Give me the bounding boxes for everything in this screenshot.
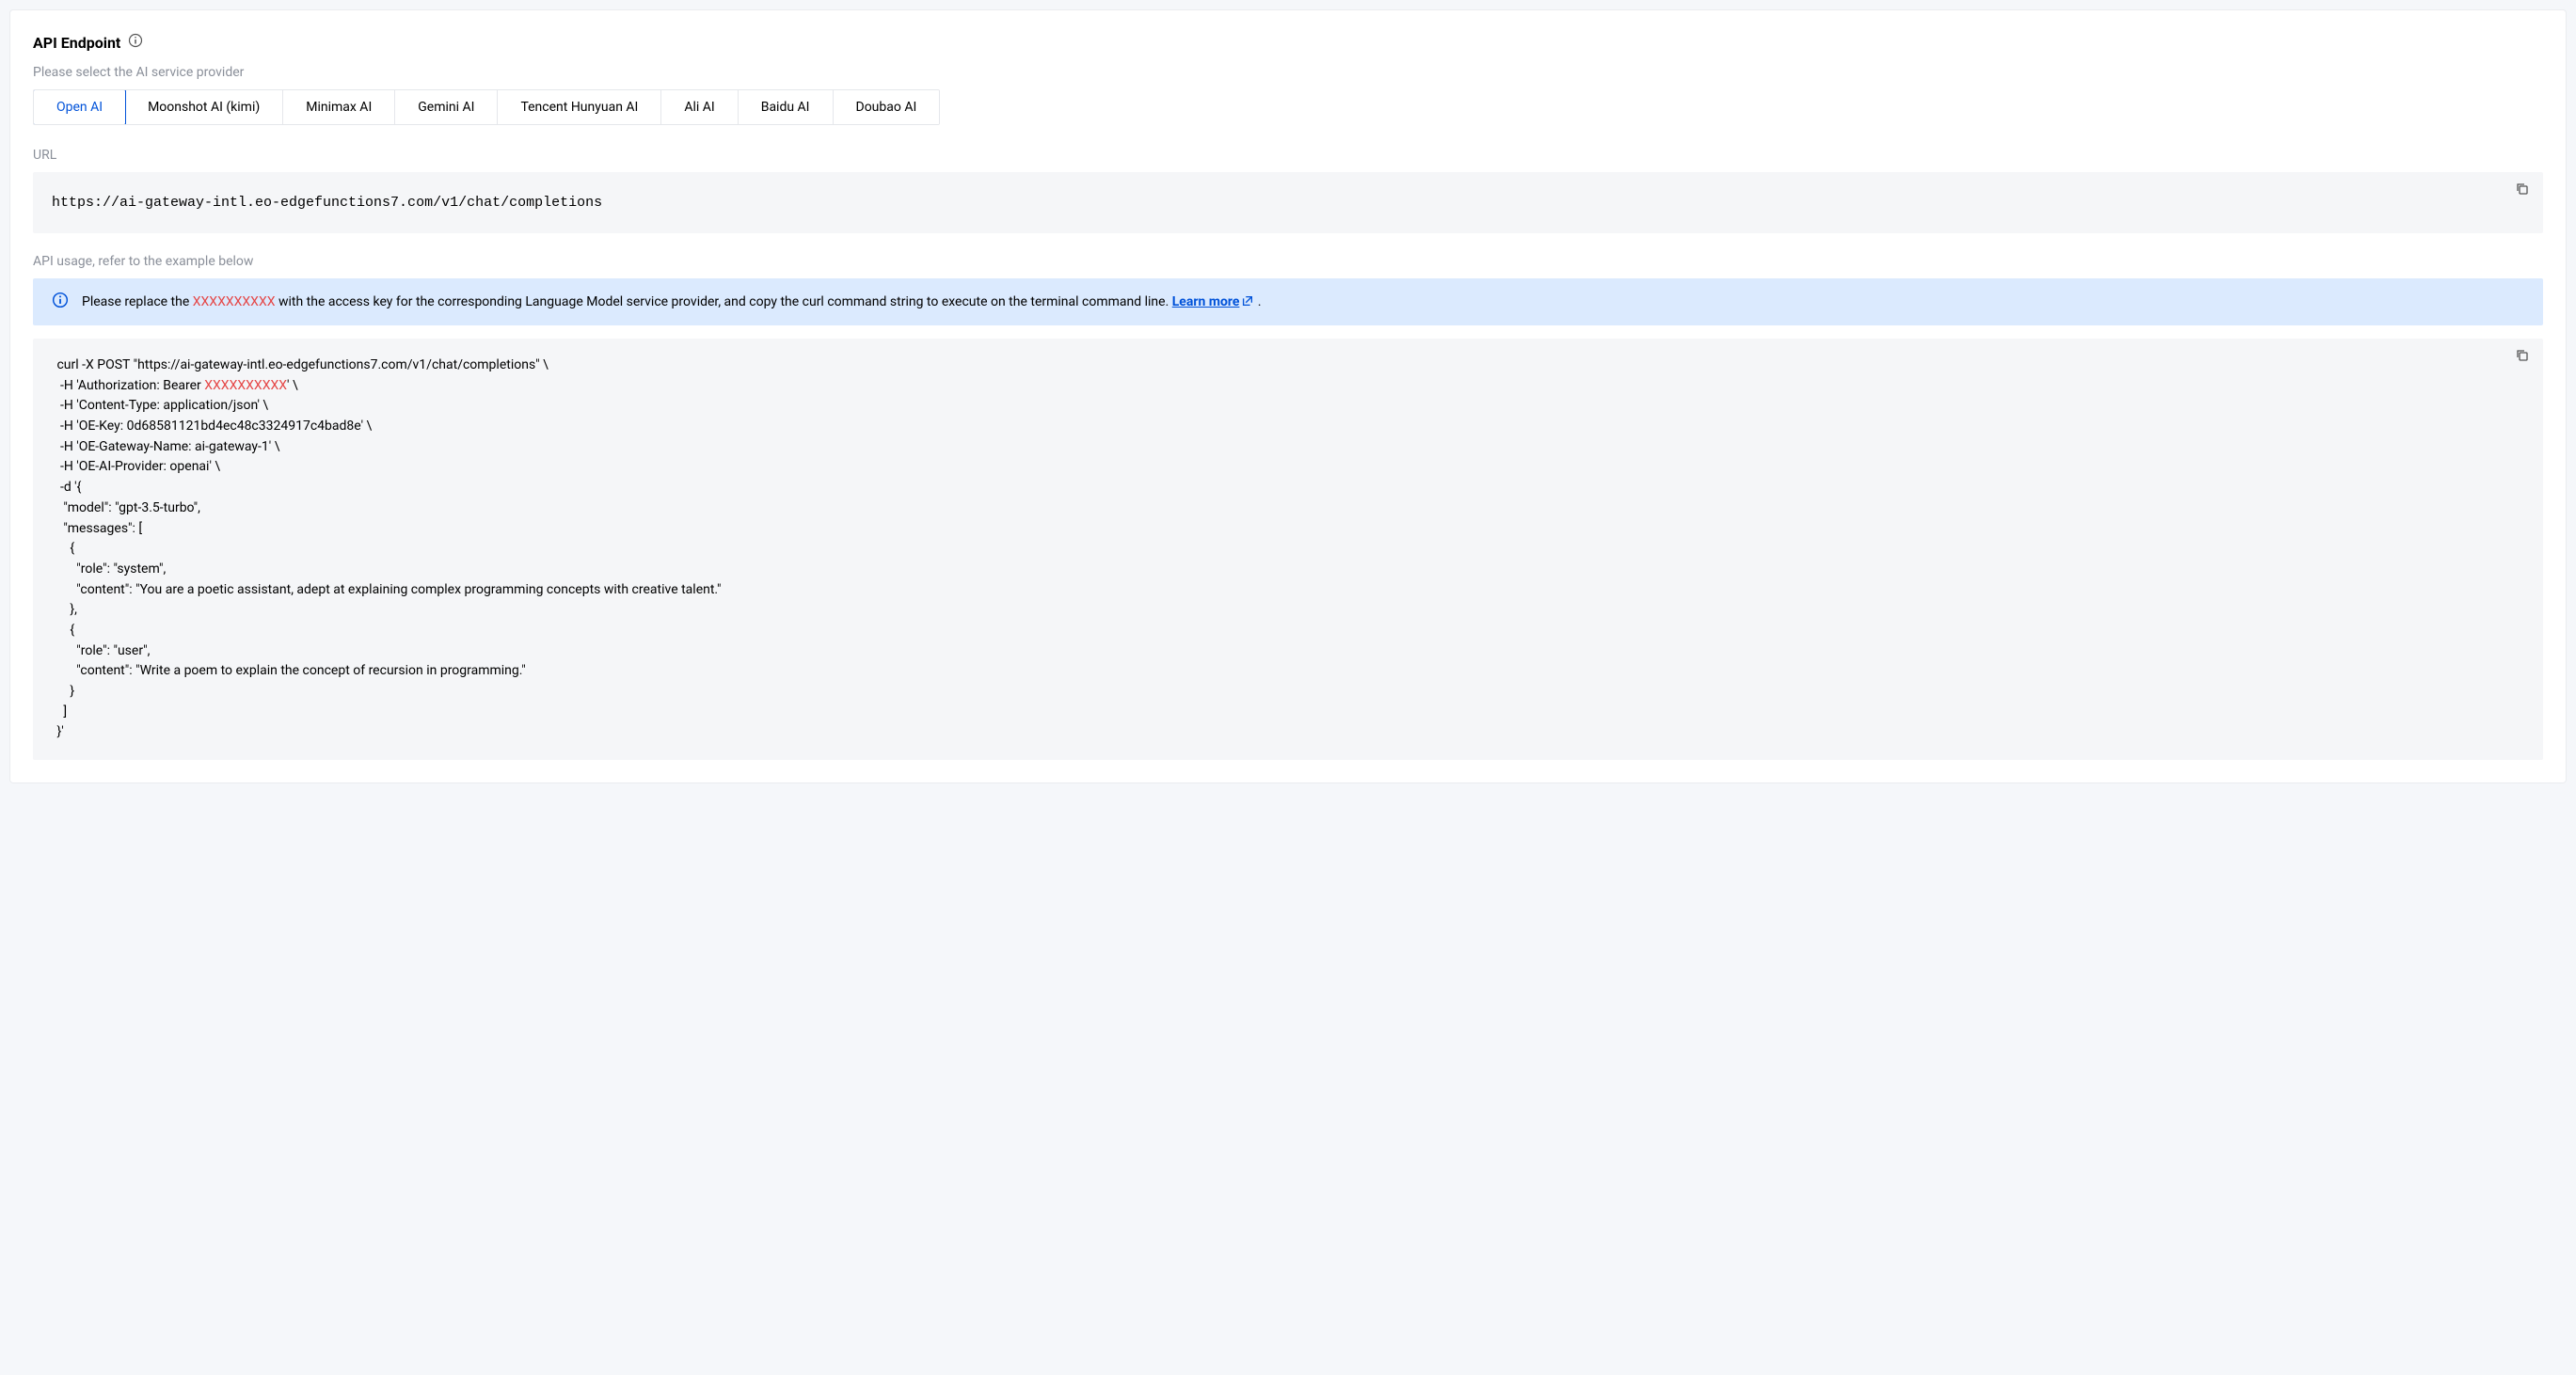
section-title-row: API Endpoint: [33, 33, 2543, 52]
curl-line-3: -H 'Content-Type: application/json' \: [54, 398, 268, 413]
curl-line-5: -H 'OE-Gateway-Name: ai-gateway-1' \: [54, 439, 279, 454]
provider-tabs: Open AI Moonshot AI (kimi) Minimax AI Ge…: [33, 89, 940, 125]
provider-tab-open-ai[interactable]: Open AI: [33, 89, 126, 125]
curl-line-2-pre: -H 'Authorization: Bearer: [54, 378, 204, 393]
learn-more-label: Learn more: [1172, 294, 1240, 309]
curl-line-9: "messages": [: [54, 521, 142, 536]
curl-line-8: "model": "gpt-3.5-turbo",: [54, 500, 200, 515]
curl-line-18: ]: [54, 704, 67, 719]
page-title: API Endpoint: [33, 34, 120, 52]
curl-line-4: -H 'OE-Key: 0d68581121bd4ec48c3324917c4b…: [54, 419, 372, 434]
url-label: URL: [33, 148, 2543, 163]
url-value: https://ai-gateway-intl.eo-edgefunctions…: [52, 195, 602, 211]
curl-line-11: "role": "system",: [54, 561, 166, 577]
curl-line-13: },: [54, 602, 77, 617]
api-endpoint-card: API Endpoint Please select the AI servic…: [9, 9, 2567, 783]
alert-trailing: .: [1254, 294, 1261, 309]
provider-tab-minimax[interactable]: Minimax AI: [283, 90, 395, 124]
curl-line-2-placeholder: XXXXXXXXXX: [204, 378, 287, 393]
copy-icon[interactable]: [2515, 348, 2530, 363]
provider-tab-doubao[interactable]: Doubao AI: [834, 90, 940, 124]
curl-line-15: "role": "user",: [54, 643, 150, 658]
curl-line-16: "content": "Write a poem to explain the …: [54, 663, 526, 678]
curl-line-6: -H 'OE-AI-Provider: openai' \: [54, 459, 220, 474]
provider-tab-ali[interactable]: Ali AI: [661, 90, 738, 124]
curl-line-14: {: [54, 623, 74, 638]
curl-code-block: curl -X POST "https://ai-gateway-intl.eo…: [33, 339, 2543, 760]
curl-line-1: curl -X POST "https://ai-gateway-intl.eo…: [54, 357, 549, 372]
external-link-icon: [1239, 294, 1254, 309]
alert-suffix: with the access key for the correspondin…: [276, 294, 1172, 309]
provider-tab-tencent-hunyuan[interactable]: Tencent Hunyuan AI: [498, 90, 661, 124]
provider-tab-baidu[interactable]: Baidu AI: [739, 90, 834, 124]
info-icon: [52, 292, 69, 312]
provider-tab-gemini[interactable]: Gemini AI: [395, 90, 498, 124]
usage-label: API usage, refer to the example below: [33, 254, 2543, 269]
curl-line-17: }: [54, 684, 74, 699]
curl-line-2-post: ' \: [287, 378, 298, 393]
select-provider-label: Please select the AI service provider: [33, 65, 2543, 80]
alert-prefix: Please replace the: [82, 294, 193, 309]
curl-line-10: {: [54, 541, 74, 556]
alert-placeholder: XXXXXXXXXX: [193, 294, 276, 309]
copy-icon[interactable]: [2515, 182, 2530, 197]
curl-line-7: -d '{: [54, 480, 81, 495]
learn-more-link[interactable]: Learn more: [1172, 294, 1255, 309]
provider-tab-moonshot[interactable]: Moonshot AI (kimi): [125, 90, 283, 124]
curl-line-19: }': [54, 724, 64, 739]
curl-line-12: "content": "You are a poetic assistant, …: [54, 582, 721, 597]
url-code-block: https://ai-gateway-intl.eo-edgefunctions…: [33, 172, 2543, 233]
info-alert: Please replace the XXXXXXXXXX with the a…: [33, 278, 2543, 325]
alert-text: Please replace the XXXXXXXXXX with the a…: [82, 294, 1262, 309]
info-icon[interactable]: [128, 33, 143, 52]
